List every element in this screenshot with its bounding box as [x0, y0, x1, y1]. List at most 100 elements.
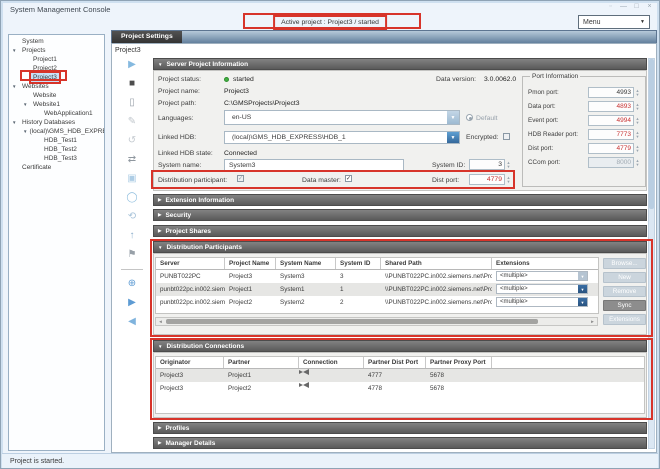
- dropdown-arrow-icon[interactable]: ▼: [447, 111, 459, 124]
- scrollbar-thumb[interactable]: [649, 59, 654, 209]
- tree-item[interactable]: HDB_Test3: [9, 154, 104, 163]
- table-row[interactable]: punbt022pc.in002.siemens.net Project1 Sy…: [156, 283, 598, 296]
- stepper-arrows-icon[interactable]: ▲▼: [634, 117, 641, 125]
- port-field-value[interactable]: 4994: [588, 115, 634, 126]
- tree-item[interactable]: ▼ Websites: [9, 82, 104, 91]
- toolbar-divider[interactable]: [121, 269, 143, 270]
- dropdown-arrow-icon[interactable]: ▼: [578, 272, 587, 280]
- stepper-arrows-icon[interactable]: ▲▼: [634, 103, 641, 111]
- scroll-right-icon[interactable]: ►: [588, 319, 597, 324]
- restore-project-icon[interactable]: ↺: [128, 135, 136, 147]
- tree-item[interactable]: ▼ Projects: [9, 46, 104, 55]
- dist-port-value[interactable]: 4779: [469, 174, 505, 185]
- section-header-distribution-participants[interactable]: ▼ Distribution Participants: [153, 241, 647, 253]
- tree-item[interactable]: ▼ Website1: [9, 100, 104, 109]
- tree-item[interactable]: Project3: [9, 73, 104, 82]
- activate-icon[interactable]: ▶: [128, 297, 136, 309]
- add-connection-icon[interactable]: ⊕: [128, 278, 136, 290]
- dropdown-arrow-icon[interactable]: ▼: [578, 298, 587, 306]
- settings-scrollbar[interactable]: [648, 58, 655, 449]
- column-header[interactable]: Project Name: [225, 258, 276, 269]
- column-header[interactable]: Shared Path: [381, 258, 492, 269]
- section-header-project-shares[interactable]: ▶ Project Shares: [153, 225, 647, 237]
- section-header-server-project-information[interactable]: ▼ Server Project Information: [153, 58, 647, 70]
- data-master-checkbox[interactable]: ✓: [345, 175, 352, 182]
- tab-project-settings[interactable]: Project Settings: [112, 31, 182, 43]
- column-header[interactable]: System Name: [276, 258, 336, 269]
- port-field-value[interactable]: 4779: [588, 143, 634, 154]
- table-row[interactable]: Project3 Project1 4777 5678: [156, 369, 644, 382]
- expander-icon[interactable]: ▼: [12, 82, 20, 91]
- system-id-stepper[interactable]: 3 ▲▼: [469, 159, 512, 170]
- port-field-value[interactable]: 7773: [588, 129, 634, 140]
- browse-button[interactable]: Browse...: [603, 258, 646, 269]
- menu-dropdown[interactable]: Menu ▼: [578, 15, 650, 29]
- section-header-profiles[interactable]: ▶ Profiles: [153, 422, 647, 434]
- tree-item[interactable]: Project2: [9, 64, 104, 73]
- section-header-manager-details[interactable]: ▶ Manager Details: [153, 437, 647, 449]
- dropdown-arrow-icon[interactable]: ▼: [447, 132, 459, 143]
- upgrade-project-icon[interactable]: ⇄: [128, 154, 136, 166]
- expander-icon[interactable]: ▼: [23, 100, 31, 109]
- column-header[interactable]: Partner Proxy Port: [426, 357, 492, 368]
- stop-project-icon[interactable]: ■: [129, 78, 135, 90]
- save-project-icon[interactable]: ▣: [127, 173, 136, 185]
- stepper-arrows-icon[interactable]: ▲▼: [634, 89, 641, 97]
- languages-dropdown[interactable]: en-US ▼: [224, 110, 460, 125]
- upload-icon[interactable]: ↑: [130, 230, 135, 242]
- participants-h-scrollbar[interactable]: ◄ ►: [155, 317, 598, 326]
- table-row[interactable]: punbt022pc.in002.siemens.net Project2 Sy…: [156, 296, 598, 309]
- tree-item[interactable]: System: [9, 37, 104, 46]
- table-row[interactable]: Project3 Project2 4778 5678: [156, 382, 644, 395]
- restore-user-icon[interactable]: ⟲: [128, 211, 136, 223]
- port-field-value[interactable]: 4993: [588, 87, 634, 98]
- column-header[interactable]: Connection: [299, 357, 364, 368]
- new-button[interactable]: New: [603, 272, 646, 283]
- stepper-arrows-icon[interactable]: ▲▼: [505, 161, 512, 169]
- column-header[interactable]: System ID: [336, 258, 381, 269]
- close-button[interactable]: ×: [645, 3, 654, 10]
- edit-project-icon[interactable]: ✎: [128, 116, 136, 128]
- column-header[interactable]: Partner Dist Port: [364, 357, 426, 368]
- tree-item[interactable]: ▼ History Databases: [9, 118, 104, 127]
- section-header-extension-information[interactable]: ▶ Extension Information: [153, 194, 647, 206]
- expander-icon[interactable]: ▼: [12, 118, 20, 127]
- tree-item[interactable]: ▼ (local)\GMS_HDB_EXPRESS: [9, 127, 104, 136]
- stepper-arrows-icon[interactable]: ▲▼: [634, 145, 641, 153]
- report-flag-icon[interactable]: ⚑: [128, 249, 137, 261]
- extensions-combobox[interactable]: <multiple> ▼: [496, 284, 588, 294]
- column-header[interactable]: Extensions: [492, 258, 598, 269]
- port-field-value[interactable]: 8000: [588, 157, 634, 168]
- extensions-button[interactable]: Extensions: [603, 314, 646, 325]
- section-header-distribution-connections[interactable]: ▼ Distribution Connections: [153, 340, 647, 352]
- deactivate-icon[interactable]: ◀: [128, 316, 136, 328]
- maximize-button[interactable]: □: [632, 3, 641, 10]
- dist-port-stepper[interactable]: 4779 ▲▼: [469, 174, 512, 185]
- port-field-value[interactable]: 4893: [588, 101, 634, 112]
- default-language-radio[interactable]: [466, 114, 473, 121]
- encrypted-checkbox[interactable]: [503, 133, 510, 140]
- extensions-combobox[interactable]: <multiple> ▼: [496, 271, 588, 281]
- stepper-arrows-icon[interactable]: ▲▼: [505, 176, 512, 184]
- pmon-console-icon[interactable]: ◯: [126, 192, 137, 204]
- tree-item[interactable]: HDB_Test1: [9, 136, 104, 145]
- minimize-button[interactable]: —: [619, 3, 628, 10]
- stepper-arrows-icon[interactable]: ▲▼: [634, 159, 641, 167]
- new-project-icon[interactable]: ▯: [129, 97, 135, 109]
- scrollbar-thumb[interactable]: [166, 319, 538, 324]
- tree-item[interactable]: HDB_Test2: [9, 145, 104, 154]
- column-header[interactable]: Partner: [224, 357, 299, 368]
- linked-hdb-dropdown[interactable]: (local)\GMS_HDB_EXPRESS\HDB_1 ▼: [224, 131, 460, 144]
- stepper-arrows-icon[interactable]: ▲▼: [634, 131, 641, 139]
- distribution-participant-checkbox[interactable]: ✓: [237, 175, 244, 182]
- section-header-security[interactable]: ▶ Security: [153, 209, 647, 221]
- table-row[interactable]: PUNBT022PC Project3 System3 3 \\PUNBT022…: [156, 270, 598, 283]
- expander-icon[interactable]: ▼: [12, 46, 20, 55]
- column-header[interactable]: Server: [156, 258, 225, 269]
- extensions-combobox[interactable]: <multiple> ▼: [496, 297, 588, 307]
- column-header[interactable]: Originator: [156, 357, 224, 368]
- sync-button[interactable]: Sync: [603, 300, 646, 311]
- dropdown-arrow-icon[interactable]: ▼: [578, 285, 587, 293]
- remove-button[interactable]: Remove: [603, 286, 646, 297]
- tree-item[interactable]: Project1: [9, 55, 104, 64]
